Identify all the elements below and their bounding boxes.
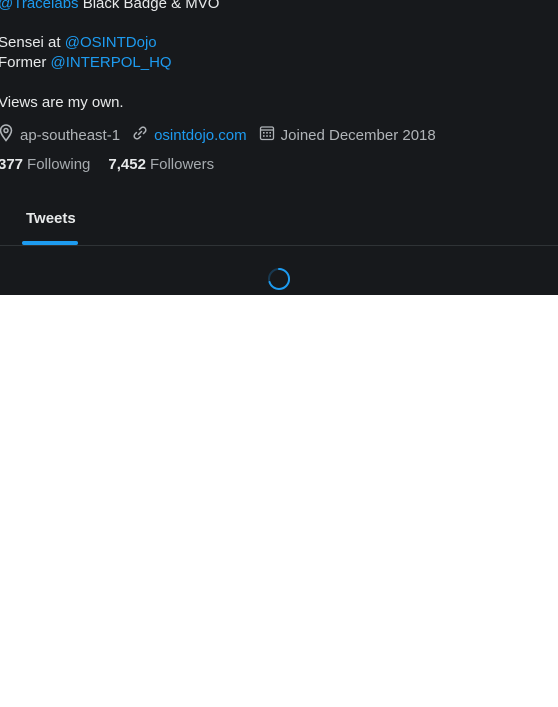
bio-line-3: Former @INTERPOL_HQ: [0, 53, 172, 73]
location-text: ap-southeast-1: [20, 126, 121, 144]
bio-text: Former: [0, 54, 51, 71]
following-count: 377: [0, 156, 24, 173]
bio-text: Sensei at: [0, 34, 65, 51]
profile-panel: @Tracelabs Black Badge & MVO Sensei at @…: [0, 0, 558, 295]
active-tab-indicator: [22, 241, 78, 245]
loading-spinner-icon: [267, 267, 291, 291]
tracelabs-mention-link[interactable]: @Tracelabs: [0, 0, 79, 12]
profile-tabs: Tweets: [0, 197, 558, 246]
bio-text: Views are my own.: [0, 94, 124, 111]
calendar-icon: [259, 125, 281, 145]
osintdojo-mention-link[interactable]: @OSINTDojo: [65, 34, 157, 51]
website-item: osintdojo.com: [132, 125, 247, 145]
website-link[interactable]: osintdojo.com: [154, 127, 247, 144]
joined-item: Joined December 2018: [259, 125, 436, 145]
tab-tweets-label: Tweets: [26, 210, 76, 227]
interpol-mention-link[interactable]: @INTERPOL_HQ: [51, 54, 172, 71]
link-icon: [132, 125, 154, 145]
bio-text: Black Badge & MVO: [78, 0, 220, 12]
bio-line-1: @Tracelabs Black Badge & MVO: [0, 0, 219, 14]
bio-line-2: Sensei at @OSINTDojo: [0, 33, 157, 53]
followers-label: Followers: [149, 156, 215, 173]
bio-line-4: Views are my own.: [0, 93, 124, 113]
tab-tweets[interactable]: Tweets: [22, 197, 78, 245]
joined-text: Joined December 2018: [280, 126, 436, 144]
profile-stats: 377 Following 7,452 Followers: [0, 156, 232, 173]
following-label: Following: [27, 156, 91, 173]
profile-meta-row: ap-southeast-1 osintdojo.com Joined Dece…: [0, 124, 448, 146]
location-item: ap-southeast-1: [0, 124, 120, 146]
map-pin-icon: [0, 124, 20, 146]
following-link[interactable]: 377 Following: [0, 156, 90, 173]
followers-link[interactable]: 7,452 Followers: [108, 156, 214, 173]
followers-count: 7,452: [108, 156, 146, 173]
